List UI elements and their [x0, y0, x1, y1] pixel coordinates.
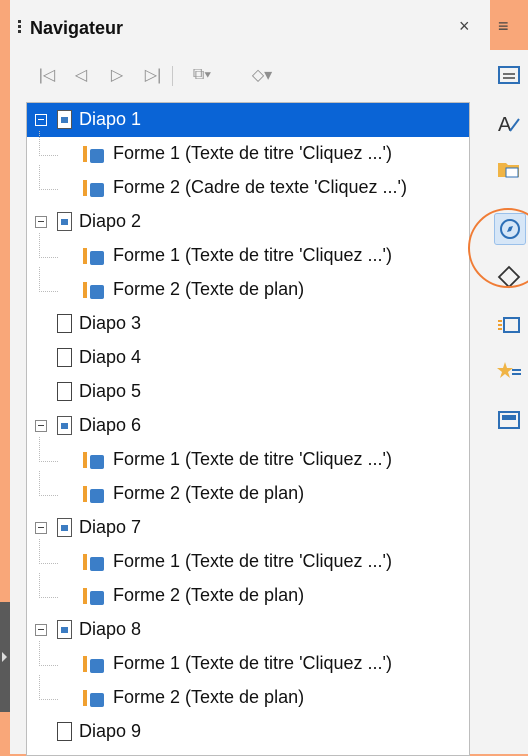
close-icon[interactable]: × — [459, 16, 470, 37]
tree-item-label: Forme 1 (Texte de titre 'Cliquez ...') — [113, 551, 392, 571]
shape-icon — [83, 450, 107, 470]
slide-icon — [57, 416, 72, 435]
tree-shape-row[interactable]: Forme 1 (Texte de titre 'Cliquez ...') — [27, 233, 469, 273]
tree-item-label: Diapo 2 — [79, 211, 142, 231]
master-slides-icon[interactable] — [494, 405, 524, 435]
tree-slide-row[interactable]: Diapo 2 — [27, 205, 469, 239]
svg-text:A: A — [498, 114, 512, 135]
shape-icon — [83, 586, 107, 606]
tree-guide-line — [39, 437, 58, 462]
shape-filter-icon[interactable]: ◇▾ — [244, 62, 280, 88]
tree-item-label: Forme 2 (Texte de plan) — [113, 279, 305, 299]
shape-icon — [83, 246, 107, 266]
tree-item-label: Forme 1 (Texte de titre 'Cliquez ...') — [113, 653, 392, 673]
tree-item-label: Diapo 3 — [79, 313, 142, 333]
slide-transition-icon[interactable] — [494, 310, 524, 340]
tree-shape-row[interactable]: Forme 2 (Texte de plan) — [27, 675, 469, 715]
shape-icon — [83, 178, 107, 198]
tree-guide-line — [39, 233, 58, 258]
drag-mode-icon[interactable]: ⧉▾ — [184, 62, 220, 88]
tree-guide-line — [39, 641, 58, 666]
tree-item-label: Diapo 9 — [79, 721, 142, 741]
more-options-icon[interactable]: ≡ — [498, 16, 509, 37]
tree-item-label: Forme 2 (Texte de plan) — [113, 687, 305, 707]
slide-icon — [57, 110, 72, 129]
slide-icon — [57, 518, 72, 537]
last-icon[interactable]: ▷| — [142, 62, 164, 88]
properties-icon[interactable] — [494, 60, 524, 90]
panel-title: Navigateur — [30, 18, 124, 38]
tree-shape-row[interactable]: Forme 1 (Texte de titre 'Cliquez ...') — [27, 539, 469, 579]
tree-slide-row[interactable]: Diapo 8 — [27, 613, 469, 647]
tree-shape-row[interactable]: Forme 2 (Texte de plan) — [27, 573, 469, 613]
tree-guide-line — [39, 165, 58, 190]
shape-icon — [83, 144, 107, 164]
tree-guide-line — [39, 471, 58, 496]
tree-guide-line — [39, 675, 58, 700]
shape-icon — [83, 280, 107, 300]
tree-slide-row[interactable]: Diapo 5 — [27, 375, 469, 409]
styles-icon[interactable]: A — [494, 108, 524, 138]
sidebar-collapse-handle[interactable] — [0, 602, 10, 712]
page-icon — [57, 382, 72, 401]
tree-item-label: Diapo 5 — [79, 381, 142, 401]
tree-item-label: Forme 1 (Texte de titre 'Cliquez ...') — [113, 449, 392, 469]
tree-item-label: Diapo 8 — [79, 619, 142, 639]
animation-icon[interactable] — [494, 356, 524, 386]
tree-guide-line — [39, 539, 58, 564]
tree-guide-line — [39, 131, 58, 156]
slide-icon — [57, 620, 72, 639]
shape-icon — [83, 654, 107, 674]
tree-item-label: Forme 2 (Texte de plan) — [113, 483, 305, 503]
tree-item-label: Diapo 1 — [79, 109, 142, 129]
gallery-icon[interactable] — [494, 154, 524, 184]
tree-slide-row[interactable]: Diapo 9 — [27, 715, 469, 749]
tree-shape-row[interactable]: Forme 2 (Texte de plan) — [27, 267, 469, 307]
collapse-icon[interactable] — [35, 522, 47, 534]
tree-shape-row[interactable]: Forme 1 (Texte de titre 'Cliquez ...') — [27, 131, 469, 171]
tree-shape-row[interactable]: Forme 1 (Texte de titre 'Cliquez ...') — [27, 437, 469, 477]
navigator-tree: Diapo 1 Forme 1 (Texte de titre 'Cliquez … — [26, 102, 470, 756]
tree-slide-row[interactable]: Diapo 4 — [27, 341, 469, 375]
collapse-icon[interactable] — [35, 624, 47, 636]
tree-slide-row[interactable]: Diapo 3 — [27, 307, 469, 341]
toolbar-divider — [172, 66, 173, 86]
tree-guide-line — [39, 267, 58, 292]
shape-icon — [83, 552, 107, 572]
drag-grip-icon[interactable] — [18, 20, 21, 35]
page-icon — [57, 722, 72, 741]
shape-icon — [83, 688, 107, 708]
tree-shape-row[interactable]: Forme 2 (Texte de plan) — [27, 471, 469, 511]
next-icon[interactable]: ▷ — [106, 62, 128, 88]
shape-icon — [83, 484, 107, 504]
tree-guide-line — [39, 573, 58, 598]
tree-shape-row[interactable]: Forme 1 (Texte de titre 'Cliquez ...') — [27, 641, 469, 681]
tree-item-label: Diapo 4 — [79, 347, 142, 367]
tree-item-label: Forme 1 (Texte de titre 'Cliquez ...') — [113, 245, 392, 265]
tree-item-label: Forme 2 (Cadre de texte 'Cliquez ...') — [113, 177, 407, 197]
slide-icon — [57, 212, 72, 231]
tree-item-label: Forme 1 (Texte de titre 'Cliquez ...') — [113, 143, 392, 163]
tree-slide-row[interactable]: Diapo 1 — [27, 103, 469, 137]
collapse-icon[interactable] — [35, 114, 47, 126]
tree-shape-row[interactable]: Forme 2 (Cadre de texte 'Cliquez ...') — [27, 165, 469, 205]
tree-slide-row[interactable]: Diapo 6 — [27, 409, 469, 443]
page-icon — [57, 314, 72, 333]
tree-item-label: Diapo 7 — [79, 517, 142, 537]
first-icon[interactable]: |◁ — [36, 62, 58, 88]
tree-slide-row[interactable]: Diapo 7 — [27, 511, 469, 545]
collapse-icon[interactable] — [35, 420, 47, 432]
tree-item-label: Diapo 6 — [79, 415, 142, 435]
sidebar-deck-tabs: A — [490, 50, 528, 754]
tree-item-label: Forme 2 (Texte de plan) — [113, 585, 305, 605]
collapse-icon[interactable] — [35, 216, 47, 228]
previous-icon[interactable]: ◁ — [70, 62, 92, 88]
page-icon — [57, 348, 72, 367]
expand-arrow-icon — [2, 652, 7, 662]
